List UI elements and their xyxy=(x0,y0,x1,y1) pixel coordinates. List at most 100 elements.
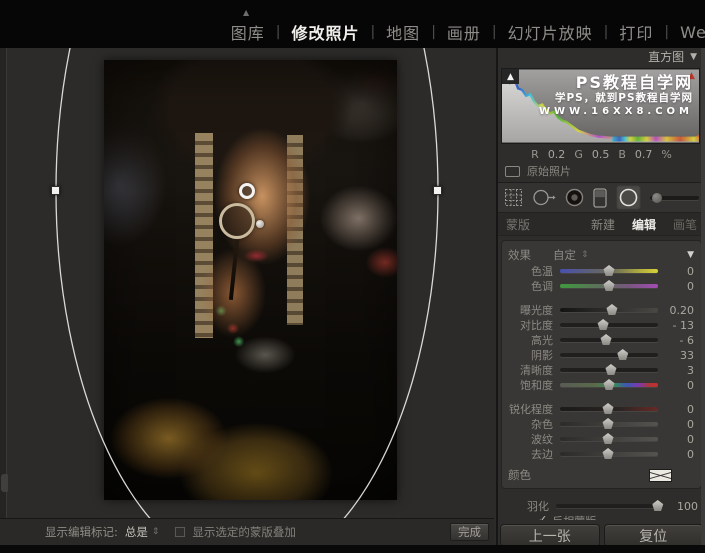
mask-edit-button[interactable]: 编辑 xyxy=(632,216,656,233)
spot-removal-icon[interactable] xyxy=(532,188,556,207)
slider-label: 高光 xyxy=(531,334,553,347)
slider-row-sharpness: 锐化程度 0 xyxy=(508,402,694,417)
exposure-slider[interactable] xyxy=(560,304,658,315)
slider-knob[interactable] xyxy=(603,265,615,276)
slider-label: 色温 xyxy=(531,265,553,278)
module-separator: | xyxy=(431,24,436,40)
slider-knob[interactable] xyxy=(602,403,614,414)
module-separator: | xyxy=(370,24,376,40)
module-develop[interactable]: 修改照片 xyxy=(291,20,359,44)
slider-knob[interactable] xyxy=(597,319,609,330)
contrast-slider[interactable] xyxy=(560,319,658,330)
temp-slider[interactable] xyxy=(560,265,658,276)
collapse-triangle-icon[interactable]: ▼ xyxy=(687,250,694,260)
slider-value: 33 xyxy=(680,348,694,362)
slider-row-exposure: 曝光度 0.20 xyxy=(508,303,695,318)
panel-collapse-arrow-icon[interactable]: ▲ xyxy=(243,8,249,17)
edit-canvas-area xyxy=(8,48,493,518)
slider-value: 0.20 xyxy=(669,303,695,317)
histogram-box[interactable]: ▲ ▲ PS教程自学网 学PS，就到PS教程自学网 WWW.16XX8.COM xyxy=(501,68,700,144)
module-print[interactable]: 打印 xyxy=(619,20,653,44)
photo-monocle-lens xyxy=(219,203,255,239)
slider-knob[interactable] xyxy=(606,304,618,315)
graduated-filter-icon[interactable] xyxy=(593,187,607,208)
mask-new-button[interactable]: 新建 xyxy=(591,216,615,233)
tint-slider[interactable] xyxy=(560,280,658,291)
radial-filter-pin[interactable] xyxy=(239,183,255,199)
original-photo-row: 原始照片 xyxy=(498,162,705,180)
slider-knob[interactable] xyxy=(602,448,614,459)
slider-row-saturation: 饱和度 0 xyxy=(508,378,694,393)
left-panel-strip[interactable] xyxy=(0,48,7,518)
rgb-r-label: R xyxy=(531,147,539,161)
clarity-slider[interactable] xyxy=(560,364,658,375)
radial-filter-right-handle[interactable] xyxy=(433,186,442,195)
feather-slider[interactable] xyxy=(556,500,664,511)
invert-mask-row[interactable]: ✓ 反相蒙版 xyxy=(498,513,705,520)
local-adjustment-panel: 效果 自定 ⇕ ▼ 色温 0 色调 0 曝光度 0.20 对比度 - 13 高光… xyxy=(501,240,702,489)
previous-button[interactable]: 上一张 xyxy=(500,524,600,547)
slider-knob[interactable] xyxy=(617,349,629,360)
defringe-slider[interactable] xyxy=(560,448,658,459)
brush-slider-knob[interactable] xyxy=(652,192,662,203)
done-button[interactable]: 完成 xyxy=(450,523,489,541)
highlights-slider[interactable] xyxy=(560,334,658,345)
color-row: 颜色 xyxy=(508,466,694,484)
color-swatch[interactable] xyxy=(649,468,672,482)
panel-scrollbar[interactable] xyxy=(701,48,705,545)
preset-toggle-icon[interactable]: ⇕ xyxy=(581,250,589,260)
slider-label: 曝光度 xyxy=(520,304,553,317)
rgb-b-value: 0.7 xyxy=(634,147,653,161)
histogram-header[interactable]: 直方图 ▼ xyxy=(498,48,705,65)
photo-nose-ornament xyxy=(256,220,264,228)
slider-knob[interactable] xyxy=(600,334,612,345)
module-picker: 图库 | 修改照片 | 地图 | 画册 | 幻灯片放映 | 打印 | Web xyxy=(231,20,705,44)
highlight-clip-icon: ▲ xyxy=(688,71,695,81)
slider-value: 0 xyxy=(687,264,694,278)
mask-overlay-label: 显示选定的蒙版叠加 xyxy=(192,525,296,539)
noise-slider[interactable] xyxy=(560,418,658,429)
module-map[interactable]: 地图 xyxy=(386,20,420,44)
saturation-slider[interactable] xyxy=(560,379,658,390)
slider-knob[interactable] xyxy=(603,379,615,390)
slider-knob[interactable] xyxy=(602,418,614,429)
rgb-g-label: G xyxy=(574,147,583,161)
slider-knob[interactable] xyxy=(603,280,615,291)
crop-overlay-icon[interactable] xyxy=(504,188,523,207)
slider-value: 3 xyxy=(687,363,694,377)
module-slideshow[interactable]: 幻灯片放映 xyxy=(508,20,593,44)
dropdown-toggle-icon[interactable]: ⇕ xyxy=(152,527,160,537)
rgb-percent-sign: % xyxy=(661,147,672,161)
adjustment-brush-icon[interactable] xyxy=(650,192,699,203)
slider-knob[interactable] xyxy=(602,433,614,444)
photo-canvas[interactable] xyxy=(104,60,397,500)
moire-slider[interactable] xyxy=(560,433,658,444)
slider-knob[interactable] xyxy=(605,364,617,375)
chevron-down-icon[interactable]: ▼ xyxy=(690,52,697,62)
radial-filter-icon[interactable] xyxy=(616,185,641,210)
rgb-r-value: 0.2 xyxy=(547,147,566,161)
slider-value: - 13 xyxy=(672,318,694,332)
sharpness-slider[interactable] xyxy=(560,403,658,414)
shadows-slider[interactable] xyxy=(560,349,658,360)
panel-button-bar: 上一张 复位 xyxy=(498,520,705,547)
checkmark-icon[interactable]: ✓ xyxy=(538,513,547,520)
right-panel: 直方图 ▼ ▲ ▲ PS教程自学网 学PS，就到PS教程自学网 WWW.16XX… xyxy=(496,48,705,547)
shadow-clipping-indicator[interactable]: ▲ xyxy=(502,69,519,84)
red-eye-icon[interactable] xyxy=(565,188,584,207)
slider-value: - 6 xyxy=(679,333,694,347)
mask-brush-button[interactable]: 画笔 xyxy=(673,216,697,233)
module-web[interactable]: Web xyxy=(680,23,705,42)
show-edit-pins-dropdown[interactable]: 总是 xyxy=(125,524,148,540)
effect-preset-dropdown[interactable]: 自定 xyxy=(553,247,576,263)
module-library[interactable]: 图库 xyxy=(231,20,265,44)
radial-filter-left-handle[interactable] xyxy=(51,186,60,195)
module-book[interactable]: 画册 xyxy=(447,20,481,44)
reset-button[interactable]: 复位 xyxy=(603,524,703,547)
slider-value: 100 xyxy=(677,499,698,513)
highlight-clipping-indicator[interactable]: ▲ xyxy=(684,69,699,83)
slider-value: 0 xyxy=(687,432,694,446)
mask-overlay-checkbox[interactable] xyxy=(175,527,186,537)
